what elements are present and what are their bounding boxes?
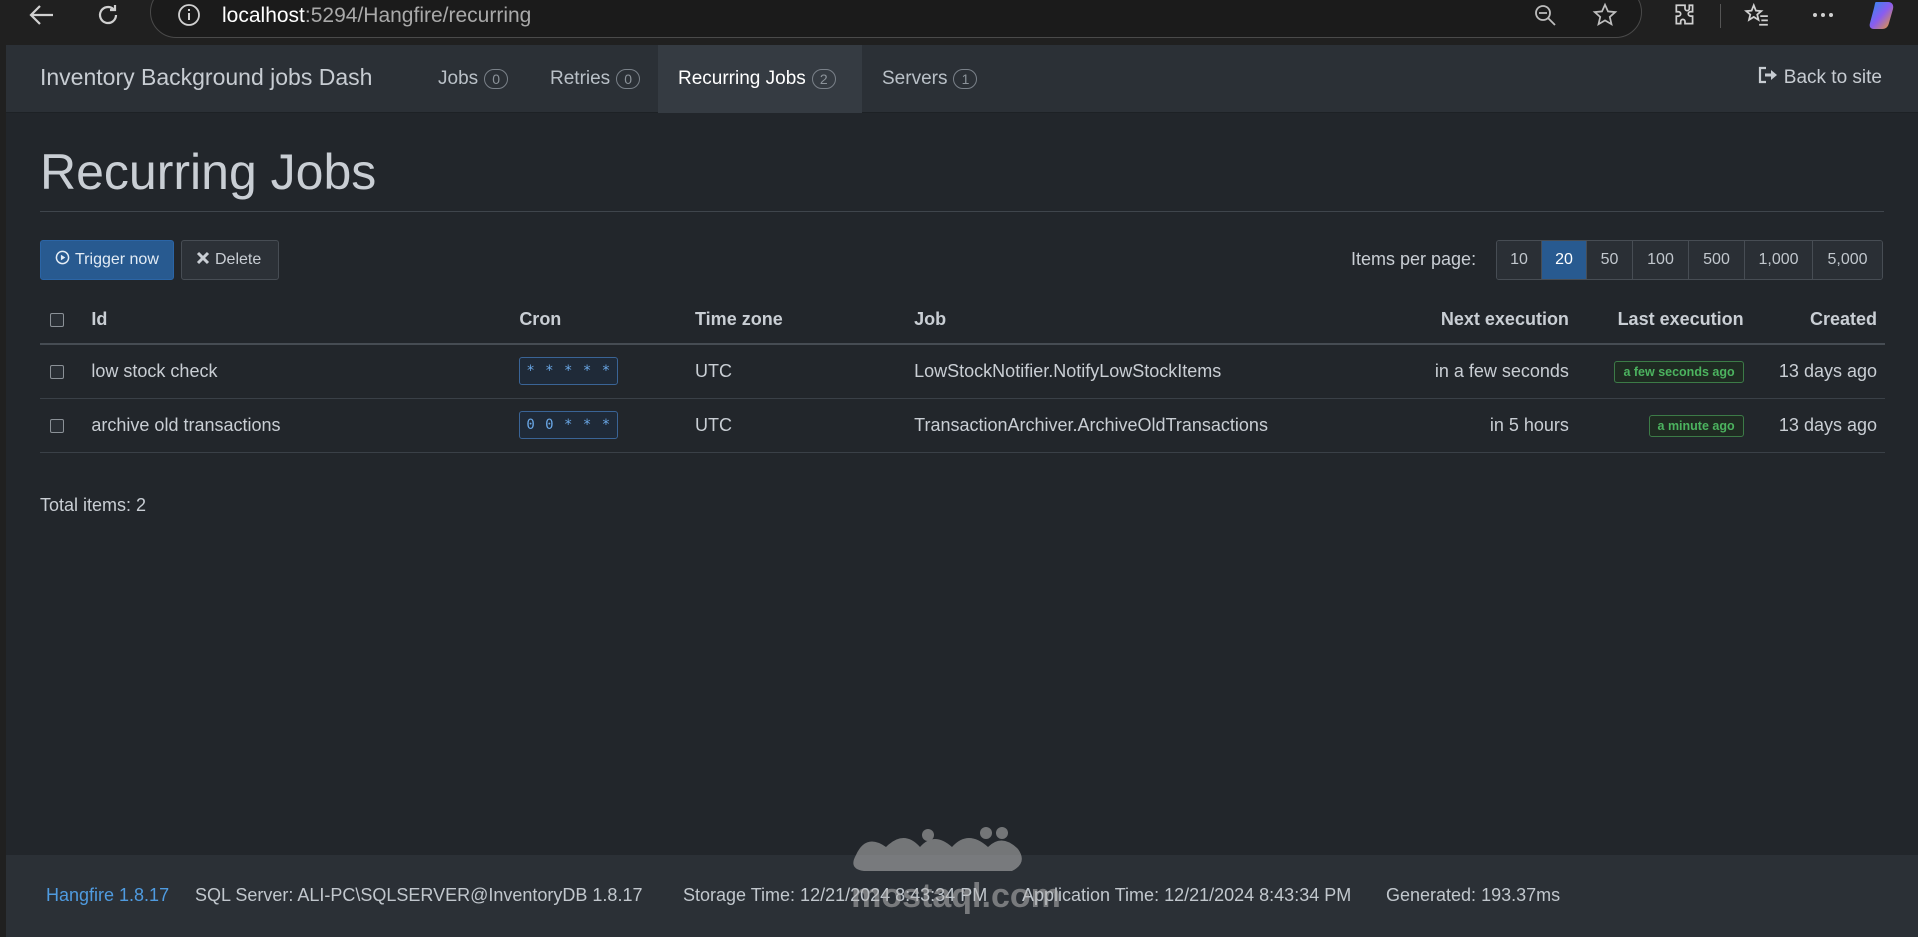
column-header-last-execution: Last execution bbox=[1576, 295, 1752, 345]
zoom-out-icon[interactable] bbox=[1528, 0, 1562, 30]
items-per-page-label: Items per page: bbox=[1351, 249, 1477, 269]
column-header-job: Job bbox=[906, 295, 1405, 345]
column-header-id: Id bbox=[83, 295, 512, 345]
table-header-row: Id Cron Time zone Job Next execution Las… bbox=[40, 295, 1885, 345]
page-size-option[interactable]: 1,000 bbox=[1745, 241, 1813, 279]
trigger-now-button[interactable]: Trigger now bbox=[40, 240, 174, 280]
more-icon[interactable] bbox=[1806, 0, 1840, 30]
select-all-checkbox[interactable] bbox=[50, 312, 64, 327]
page-size-option-selected[interactable]: 20 bbox=[1542, 241, 1587, 279]
nav-servers[interactable]: Servers 1 bbox=[862, 45, 997, 113]
url-host: localhost bbox=[222, 4, 305, 27]
url-text[interactable]: localhost:5294/Hangfire/recurring bbox=[222, 4, 531, 28]
nav-recurring-jobs[interactable]: Recurring Jobs 2 bbox=[658, 45, 862, 113]
nav-recurring-jobs-count: 2 bbox=[811, 69, 836, 89]
browser-chrome: localhost:5294/Hangfire/recurring bbox=[0, 0, 1918, 44]
nav-recurring-jobs-label: Recurring Jobs bbox=[678, 68, 806, 89]
close-icon bbox=[196, 251, 210, 270]
table-row[interactable]: low stock check * * * * * UTC LowStockNo… bbox=[40, 344, 1885, 399]
generated-time: Generated: 193.37ms bbox=[1386, 885, 1561, 905]
toolbar-separator bbox=[1720, 4, 1721, 28]
nav-jobs-label: Jobs bbox=[438, 68, 479, 89]
copilot-icon[interactable] bbox=[1866, 0, 1902, 30]
page-size-option[interactable]: 10 bbox=[1497, 241, 1542, 279]
last-execution-badge[interactable]: a few seconds ago bbox=[1614, 360, 1744, 383]
navbar: Inventory Background jobs Dash Jobs 0 Re… bbox=[6, 45, 1918, 113]
trigger-now-label: Trigger now bbox=[75, 251, 159, 268]
cron-expression: * * * * * bbox=[519, 357, 619, 386]
delete-button[interactable]: Delete bbox=[181, 240, 279, 280]
column-header-created: Created bbox=[1751, 295, 1885, 345]
job-method[interactable]: LowStockNotifier.NotifyLowStockItems bbox=[906, 344, 1405, 399]
watermark-text: mostaql.com bbox=[851, 877, 1061, 915]
mostaql-watermark: mostaql.com bbox=[836, 815, 1076, 915]
recurring-jobs-table: Id Cron Time zone Job Next execution Las… bbox=[40, 295, 1885, 453]
nav-retries-count: 0 bbox=[616, 69, 641, 89]
extensions-icon[interactable] bbox=[1668, 0, 1702, 30]
delete-label: Delete bbox=[215, 251, 262, 268]
refresh-icon[interactable] bbox=[90, 0, 126, 30]
sign-out-icon bbox=[1758, 66, 1778, 90]
nav-servers-label: Servers bbox=[882, 68, 948, 89]
job-id: archive old transactions bbox=[83, 398, 512, 453]
job-id: low stock check bbox=[83, 344, 512, 399]
back-to-site-label: Back to site bbox=[1783, 67, 1882, 88]
nav-retries[interactable]: Retries 0 bbox=[530, 45, 660, 113]
back-arrow-icon[interactable] bbox=[24, 0, 60, 30]
column-header-next-execution: Next execution bbox=[1404, 295, 1577, 345]
storage-info: SQL Server: ALI-PC\SQLSERVER@InventoryDB… bbox=[195, 885, 643, 905]
url-path: :5294/Hangfire/recurring bbox=[304, 4, 532, 27]
info-icon[interactable] bbox=[172, 0, 206, 30]
page-size-option[interactable]: 100 bbox=[1633, 241, 1689, 279]
nav-jobs[interactable]: Jobs 0 bbox=[418, 45, 528, 113]
page-title: Recurring Jobs bbox=[40, 144, 377, 200]
row-checkbox[interactable] bbox=[50, 418, 64, 433]
brand-title[interactable]: Inventory Background jobs Dash bbox=[40, 64, 372, 91]
job-timezone: UTC bbox=[687, 398, 907, 453]
hangfire-dashboard: Inventory Background jobs Dash Jobs 0 Re… bbox=[6, 45, 1918, 937]
row-checkbox[interactable] bbox=[50, 365, 64, 379]
hangfire-version-link[interactable]: Hangfire 1.8.17 bbox=[46, 885, 169, 906]
next-execution: in a few seconds bbox=[1404, 344, 1577, 399]
cron-expression: 0 0 * * * bbox=[519, 411, 619, 439]
star-icon[interactable] bbox=[1588, 0, 1622, 30]
column-header-timezone: Time zone bbox=[687, 295, 907, 345]
nav-retries-label: Retries bbox=[550, 68, 611, 89]
items-per-page-selector: 10 20 50 100 500 1,000 5,000 bbox=[1496, 240, 1883, 280]
title-divider bbox=[40, 211, 1884, 212]
nav-jobs-count: 0 bbox=[484, 69, 509, 89]
page-size-option[interactable]: 500 bbox=[1689, 241, 1745, 279]
page-size-option[interactable]: 5,000 bbox=[1813, 241, 1882, 279]
table-row[interactable]: archive old transactions 0 0 * * * UTC T… bbox=[40, 398, 1885, 453]
back-to-site-link[interactable]: Back to site bbox=[1758, 66, 1882, 90]
created-time: 13 days ago bbox=[1751, 398, 1885, 453]
favorites-icon[interactable] bbox=[1740, 0, 1774, 30]
created-time: 13 days ago bbox=[1751, 344, 1885, 399]
nav-servers-count: 1 bbox=[953, 69, 978, 89]
job-timezone: UTC bbox=[687, 344, 907, 399]
last-execution-badge[interactable]: a minute ago bbox=[1648, 414, 1744, 437]
total-items: Total items: 2 bbox=[40, 495, 147, 515]
job-method[interactable]: TransactionArchiver.ArchiveOldTransactio… bbox=[906, 398, 1405, 453]
next-execution: in 5 hours bbox=[1404, 398, 1577, 453]
page-size-option[interactable]: 50 bbox=[1587, 241, 1633, 279]
play-circle-icon bbox=[55, 250, 70, 270]
column-header-cron: Cron bbox=[511, 295, 688, 345]
